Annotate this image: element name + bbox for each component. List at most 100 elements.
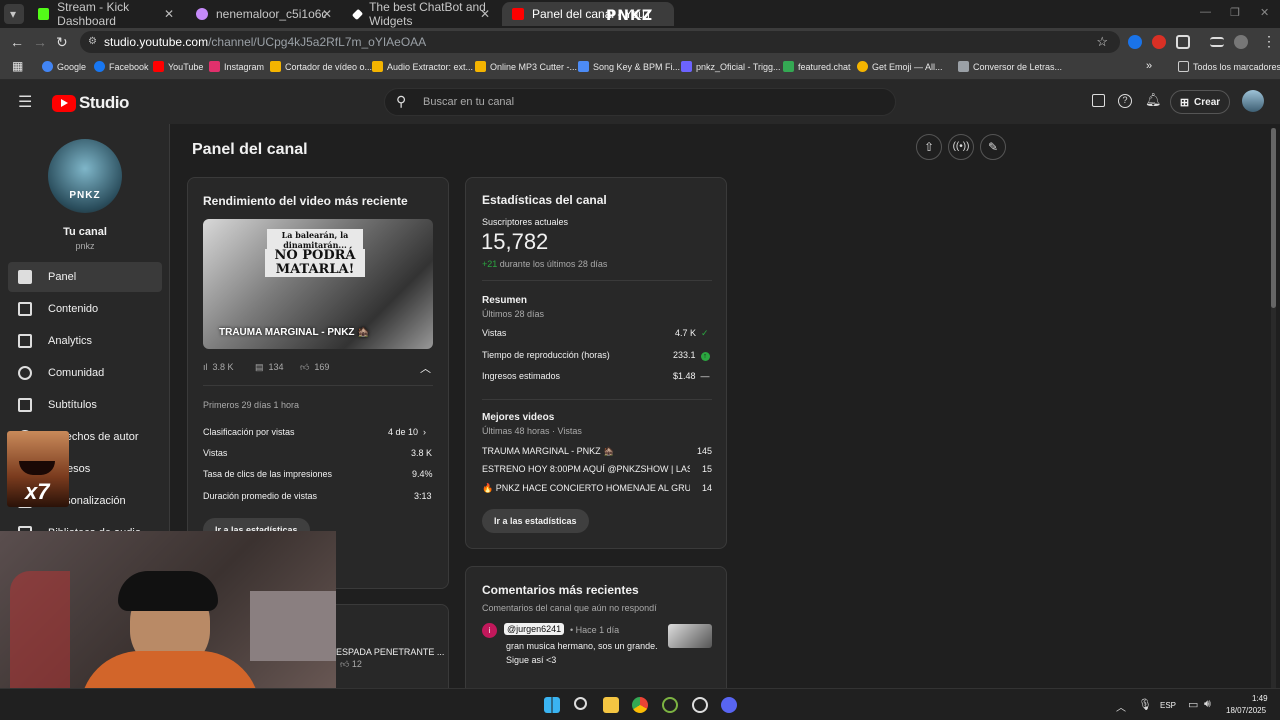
search-icon[interactable] xyxy=(574,697,587,710)
edit-post-icon[interactable]: ✎ xyxy=(980,134,1006,160)
all-bookmarks[interactable]: Todos los marcadores xyxy=(1178,61,1280,72)
network-icon[interactable]: ▭ xyxy=(1188,698,1198,711)
youtube-logo-icon xyxy=(52,94,76,112)
browser-tab-gif[interactable]: nenemaloor_c5i1o6qg.gif (1760 ✕ xyxy=(186,2,340,26)
create-button[interactable]: ⊞ Crear xyxy=(1170,90,1230,114)
chrome-icon[interactable] xyxy=(632,697,648,713)
browser-tab-chatbot[interactable]: The best ChatBot and Widgets ✕ xyxy=(344,0,498,28)
bookmark-facebook[interactable]: Facebook xyxy=(94,61,149,72)
stat-value[interactable]: 4 de 10 › xyxy=(388,427,426,437)
file-explorer-icon[interactable] xyxy=(603,697,619,713)
hamburger-menu-icon[interactable]: ☰ xyxy=(18,92,32,112)
live-icon[interactable]: ((•)) xyxy=(948,134,974,160)
scrollbar[interactable] xyxy=(1271,128,1276,714)
channel-avatar[interactable]: PNKZ xyxy=(48,139,122,213)
chevron-up-icon[interactable]: ︿ xyxy=(1116,699,1126,714)
top-video-title[interactable]: TRAUMA MARGINAL - PNKZ 🏚️ xyxy=(482,446,614,457)
tool-icon xyxy=(270,61,281,72)
summary-period: Últimos 28 días xyxy=(482,309,545,319)
account-avatar[interactable] xyxy=(1242,90,1264,112)
search-input[interactable]: Buscar en tu canal xyxy=(423,96,514,108)
bookmark-instagram[interactable]: Instagram xyxy=(209,61,264,72)
clock-date[interactable]: 18/07/2025 xyxy=(1226,706,1266,715)
bookmark-song-key[interactable]: Song Key & BPM Fi... xyxy=(578,61,680,72)
sidebar-item-panel[interactable]: Panel xyxy=(8,262,162,292)
go-to-analytics-button[interactable]: Ir a las estadísticas xyxy=(482,509,589,533)
app-icon[interactable] xyxy=(662,697,678,713)
forward-icon[interactable]: → xyxy=(33,34,47,50)
reload-icon[interactable]: ↻ xyxy=(56,34,68,51)
comment-video-thumbnail[interactable] xyxy=(668,624,712,648)
bookmark-youtube[interactable]: YouTube xyxy=(153,61,203,72)
microphone-icon[interactable]: 🎙︎ xyxy=(1138,698,1152,711)
comment-text: gran musica hermano, sos un grande. xyxy=(506,641,658,651)
music-icon xyxy=(578,61,589,72)
menu-dots-icon[interactable]: ⋮ xyxy=(1262,33,1276,50)
sidebar-item-content[interactable]: Contenido xyxy=(8,294,162,324)
puzzle-icon[interactable] xyxy=(1176,35,1190,49)
avatar-logo: PNKZ xyxy=(69,190,101,201)
close-window-icon[interactable]: ✕ xyxy=(1260,6,1269,19)
overlay-logo: PNKZ xyxy=(606,8,653,24)
close-icon[interactable]: ✕ xyxy=(322,7,332,21)
comment-author[interactable]: @jurgen6241 xyxy=(504,623,565,635)
browser-tab-kick[interactable]: Stream - Kick Dashboard ✕ xyxy=(28,0,182,28)
help-icon[interactable]: ? xyxy=(1118,94,1132,108)
stat-label: Duración promedio de vistas xyxy=(203,491,318,501)
studio-logo[interactable]: Studio xyxy=(52,93,129,113)
media-icon[interactable] xyxy=(1210,37,1224,47)
sidebar-item-subtitles[interactable]: Subtítulos xyxy=(8,390,162,420)
bookmark-google[interactable]: Google xyxy=(42,61,86,72)
url-field[interactable]: ⚙ studio.youtube.com/channel/UCpg4kJ5a2R… xyxy=(80,31,1120,53)
bookmark-pnkz-trigger[interactable]: pnkz_Oficial - Trigg... xyxy=(681,61,781,72)
commenter-avatar[interactable]: i xyxy=(482,623,497,638)
windows-start-icon[interactable] xyxy=(544,697,560,713)
notifications-icon[interactable]: 🔔︎ xyxy=(1145,92,1162,108)
bookmark-get-emoji[interactable]: Get Emoji — All... xyxy=(857,61,943,72)
app-icon[interactable] xyxy=(692,697,708,713)
subtitles-icon xyxy=(18,398,32,412)
bookmark-star-icon[interactable]: ☆ xyxy=(1096,31,1108,53)
laughing-face-sticker: x7 xyxy=(7,431,69,507)
bookmark-conversor[interactable]: Conversor de Letras... xyxy=(958,61,1062,72)
community-icon xyxy=(18,366,32,380)
sidebar-item-analytics[interactable]: Analytics xyxy=(8,326,162,356)
restore-icon[interactable]: ❐ xyxy=(1230,6,1240,19)
divider xyxy=(482,280,712,281)
language-indicator[interactable]: ESP xyxy=(1160,701,1176,710)
close-icon[interactable]: ✕ xyxy=(480,7,490,21)
neutral-dash-icon: — xyxy=(700,371,710,381)
site-info-icon[interactable]: ⚙ xyxy=(88,31,97,53)
analytics-icon xyxy=(18,334,32,348)
discord-icon[interactable] xyxy=(721,697,737,713)
youtube-icon xyxy=(153,61,164,72)
extension-icon[interactable] xyxy=(1152,35,1166,49)
bookmark-cortador[interactable]: Cortador de vídeo o... xyxy=(270,61,372,72)
profile-avatar-icon[interactable] xyxy=(1234,35,1248,49)
bookmark-audio-extractor[interactable]: Audio Extractor: ext... xyxy=(372,61,473,72)
top-videos-period: Últimas 48 horas · Vistas xyxy=(482,426,582,436)
top-video-title[interactable]: 🔥 PNKZ HACE CONCIERTO HOMENAJE AL GRUPO … xyxy=(482,483,690,494)
more-bookmarks-icon[interactable]: » xyxy=(1146,60,1152,72)
captions-icon[interactable] xyxy=(1092,94,1105,107)
upload-icon[interactable]: ⇧ xyxy=(916,134,942,160)
chevron-up-icon[interactable]: ︿ xyxy=(420,360,431,376)
minimize-icon[interactable]: — xyxy=(1200,6,1211,18)
subs-label: Suscriptores actuales xyxy=(482,217,569,227)
close-icon[interactable]: ✕ xyxy=(164,7,174,21)
bookmark-featured-chat[interactable]: featured.chat xyxy=(783,61,851,72)
partial-video-title: ESPADA PENETRANTE ... xyxy=(336,647,445,657)
search-bar[interactable]: ⚲ Buscar en tu canal xyxy=(384,88,896,116)
clock-time[interactable]: 1:49 xyxy=(1252,694,1268,703)
dashboard-icon xyxy=(18,270,32,284)
apps-icon[interactable]: ▦ xyxy=(12,59,23,73)
extension-icon[interactable] xyxy=(1128,35,1142,49)
tab-list-button[interactable]: ▾ xyxy=(4,4,24,24)
bookmark-mp3-cutter[interactable]: Online MP3 Cutter -... xyxy=(475,61,577,72)
video-thumbnail[interactable]: La balearán, la dinamitarán... NO PODRÁ … xyxy=(203,219,433,349)
top-video-title[interactable]: ESTRENO HOY 8:00PM AQUÍ @PNKZSHOW | LAS … xyxy=(482,464,690,474)
sidebar-item-community[interactable]: Comunidad xyxy=(8,358,162,388)
volume-icon[interactable]: 🔊︎ xyxy=(1204,698,1211,711)
stat-label: Clasificación por vistas xyxy=(203,427,295,437)
back-icon[interactable]: ← xyxy=(10,34,24,50)
